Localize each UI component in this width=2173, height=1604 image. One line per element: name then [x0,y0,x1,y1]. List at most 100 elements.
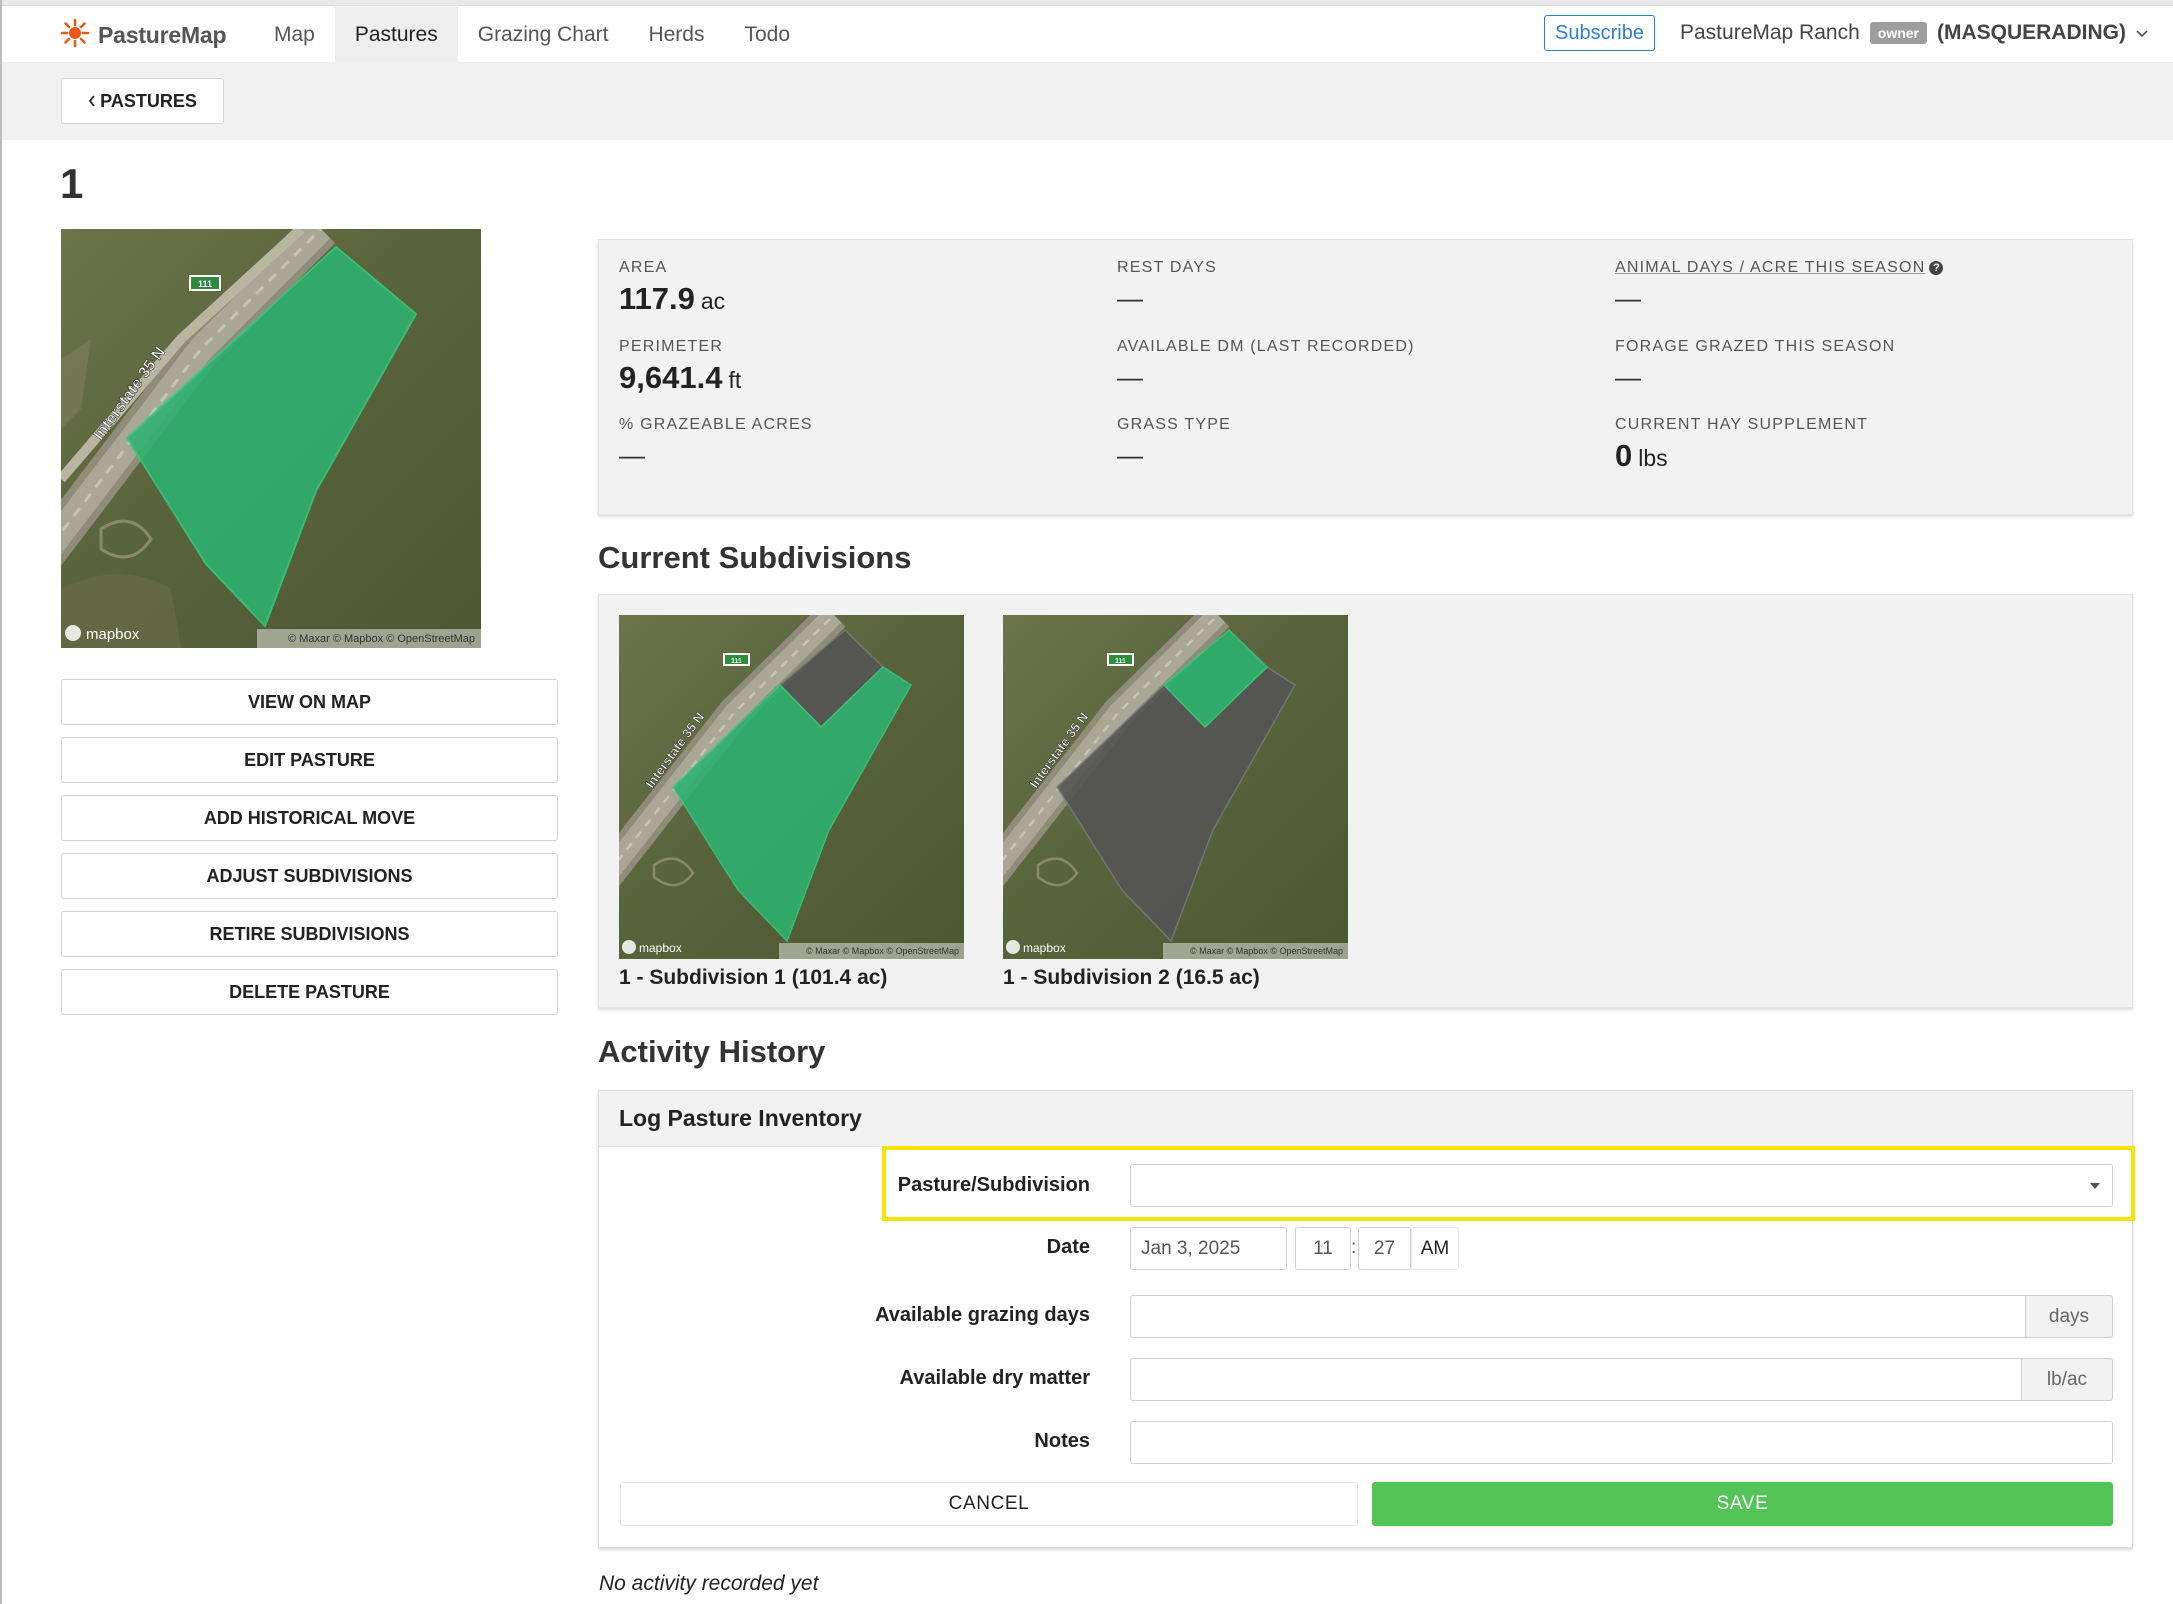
nav-herds[interactable]: Herds [628,7,724,62]
caret-down-icon [2090,1183,2100,1189]
time-separator: : [1351,1237,1357,1258]
stat-label: GRASS TYPE [1117,416,1231,433]
date-label: Date [1046,1236,1090,1258]
stat-label: % GRAZEABLE ACRES [619,416,813,433]
stat-value: — [1117,440,1143,470]
log-inventory-header: Log Pasture Inventory [599,1091,2132,1147]
browser-left-edge [0,0,2,1604]
brand-name: PastureMap [98,21,227,48]
subdivision-label[interactable]: 1 - Subdivision 2 (16.5 ac) [1003,966,1348,990]
stat-value: 0 [1615,438,1633,473]
stat-label: ANIMAL DAYS / ACRE THIS SEASON [1615,259,1926,276]
sun-icon [60,18,90,53]
subscribe-button[interactable]: Subscribe [1544,15,1655,51]
subdivision-card[interactable]: 111 Interstate 35 N mapbox © Maxar © Map… [1003,615,1348,990]
ranch-name: PastureMap Ranch [1680,21,1860,44]
browser-top-edge [0,0,2173,6]
stat-label: AREA [619,259,668,276]
minute-input[interactable]: 27 [1358,1227,1411,1270]
stat-forage-grazed: FORAGE GRAZED THIS SEASON — [1615,338,1895,393]
grazing-days-label: Available grazing days [875,1304,1090,1326]
retire-subdivisions-button[interactable]: RETIRE SUBDIVISIONS [61,911,558,957]
highway-shield-label: 111 [731,658,742,665]
page-title: 1 [60,160,84,207]
subdivision-label[interactable]: 1 - Subdivision 1 (101.4 ac) [619,966,964,990]
nav-pastures[interactable]: Pastures [334,7,458,62]
stat-value: — [1117,283,1143,313]
view-on-map-button[interactable]: VIEW ON MAP [61,679,558,725]
chevron-left-icon [88,91,96,112]
nav-todo[interactable]: Todo [724,7,810,62]
mapbox-logo: mapbox [86,626,140,643]
stat-label: PERIMETER [619,338,724,355]
nav-links: Map Pastures Grazing Chart Herds Todo [254,7,810,62]
subdivision-map[interactable]: 111 Interstate 35 N mapbox © Maxar © Map… [1003,615,1348,959]
log-inventory-title: Log Pasture Inventory [619,1105,862,1131]
highway-shield-label: 111 [1115,658,1126,665]
ampm-toggle[interactable]: AM [1411,1227,1459,1270]
stat-available-dm: AVAILABLE DM (LAST RECORDED) — [1117,338,1415,393]
activity-heading: Activity History [598,1034,826,1069]
stat-rest-days: REST DAYS — [1117,259,1217,314]
highway-shield-label: 111 [198,279,212,289]
role-badge: owner [1869,22,1927,44]
stat-label: AVAILABLE DM (LAST RECORDED) [1117,338,1415,355]
stat-value: — [619,440,645,470]
stat-grass-type: GRASS TYPE — [1117,416,1231,471]
stat-value: 9,641.4 [619,360,723,395]
nav-grazing-chart[interactable]: Grazing Chart [458,7,629,62]
dry-matter-input[interactable] [1130,1358,2022,1401]
grazing-days-input[interactable] [1130,1295,2026,1338]
grazing-days-unit: days [2025,1295,2113,1338]
dry-matter-label: Available dry matter [899,1367,1090,1389]
edit-pasture-button[interactable]: EDIT PASTURE [61,737,558,783]
stat-value: 117.9 [619,281,695,316]
stat-label: CURRENT HAY SUPPLEMENT [1615,416,1869,433]
nav-map[interactable]: Map [254,7,335,62]
stat-value: — [1117,362,1143,392]
pasture-map[interactable]: 111 Interstate 35 N mapbox © Maxar © Map… [61,229,481,648]
masquerade-label: (MASQUERADING) [1937,21,2126,44]
stat-animal-days[interactable]: ANIMAL DAYS / ACRE THIS SEASON? — [1615,259,1944,314]
date-input[interactable]: Jan 3, 2025 [1130,1227,1287,1270]
map-attribution: © Maxar © Mapbox © OpenStreetMap [806,946,959,956]
toolbar-band: PASTURES [2,62,2173,140]
pasture-subdivision-select[interactable] [1130,1164,2113,1207]
stat-hay-supplement: CURRENT HAY SUPPLEMENT 0 lbs [1615,416,1868,474]
dry-matter-unit: lb/ac [2021,1358,2113,1401]
subdivisions-panel: 111 Interstate 35 N mapbox © Maxar © Map… [598,594,2133,1008]
mapbox-logo: mapbox [1023,941,1066,955]
stat-perimeter: PERIMETER 9,641.4 ft [619,338,741,396]
delete-pasture-button[interactable]: DELETE PASTURE [61,969,558,1015]
top-navbar: PastureMap Map Pastures Grazing Chart He… [2,7,2173,62]
notes-input[interactable] [1130,1421,2113,1464]
subdivision-card[interactable]: 111 Interstate 35 N mapbox © Maxar © Map… [619,615,964,990]
pasture-stats-panel: AREA 117.9 ac REST DAYS — ANIMAL DAYS / A… [598,239,2133,515]
empty-activity-message: No activity recorded yet [599,1572,819,1595]
question-circle-icon[interactable]: ? [1929,261,1944,275]
back-to-pastures-button[interactable]: PASTURES [61,78,224,124]
stat-area: AREA 117.9 ac [619,259,725,317]
hour-input[interactable]: 11 [1295,1227,1351,1270]
subdivision-map[interactable]: 111 Interstate 35 N mapbox © Maxar © Map… [619,615,964,959]
brand[interactable]: PastureMap [60,17,227,53]
back-button-label: PASTURES [100,90,197,111]
cancel-button[interactable]: CANCEL [620,1482,1358,1526]
stat-unit: ft [728,367,742,393]
stat-value: — [1615,283,1641,313]
notes-label: Notes [1034,1430,1090,1452]
chevron-down-icon [2136,21,2148,45]
stat-label: REST DAYS [1117,259,1218,276]
account-menu[interactable]: PastureMap Ranch owner (MASQUERADING) [1680,15,2148,51]
mapbox-logo: mapbox [639,941,682,955]
add-historical-move-button[interactable]: ADD HISTORICAL MOVE [61,795,558,841]
stat-unit: lbs [1638,445,1668,471]
stat-value: — [1615,362,1641,392]
map-attribution: © Maxar © Mapbox © OpenStreetMap [288,633,475,645]
adjust-subdivisions-button[interactable]: ADJUST SUBDIVISIONS [61,853,558,899]
stat-unit: ac [700,288,726,314]
stat-label: FORAGE GRAZED THIS SEASON [1615,338,1896,355]
save-button[interactable]: SAVE [1372,1482,2113,1526]
stat-grazeable-acres: % GRAZEABLE ACRES — [619,416,813,471]
pasture-subdivision-label: Pasture/Subdivision [897,1174,1090,1196]
